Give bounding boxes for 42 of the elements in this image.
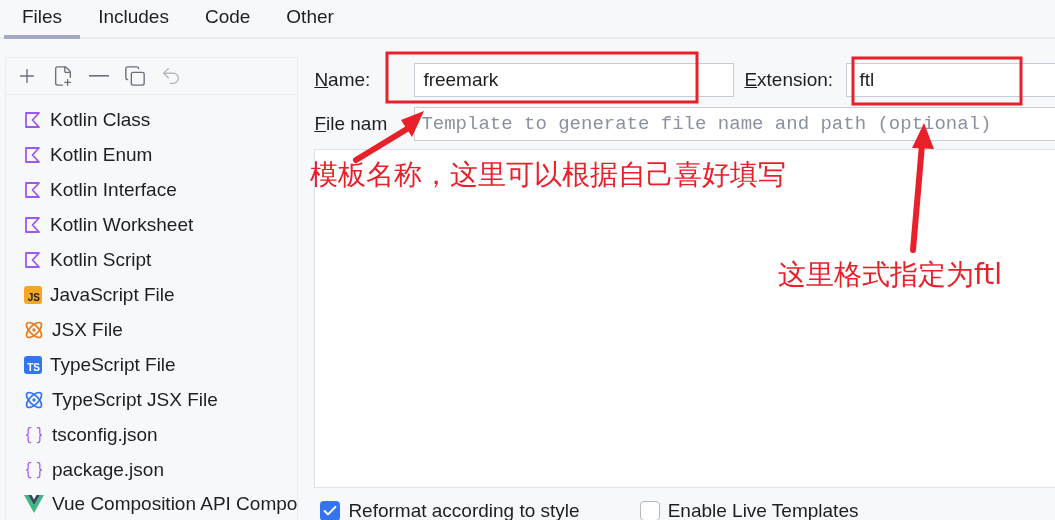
tab[interactable]: Other [268, 0, 352, 39]
atom-icon [24, 319, 44, 340]
template-item[interactable]: Vue Composition API Compo [52, 493, 298, 516]
braces-icon [24, 424, 44, 445]
annotation-text: 这里格式指定为ftl [778, 257, 1003, 293]
template-item[interactable]: TypeScript File [50, 353, 176, 376]
extension-label: Extension: [744, 69, 835, 91]
ts-icon: TS [24, 355, 42, 374]
js-icon: JS [24, 285, 42, 304]
name-field[interactable]: freemark [414, 63, 735, 97]
braces-icon [24, 459, 44, 480]
kotlin-icon [24, 251, 42, 270]
checkbox[interactable] [320, 501, 341, 520]
file-name-field[interactable]: Template to generate file name and path (optional) [414, 106, 1055, 141]
file-name-label: File nam [314, 112, 389, 135]
file-plus-icon [52, 64, 74, 87]
tab[interactable]: Files [4, 0, 81, 39]
annotation-text: 模板名称，这里可以根据自己喜好填写 [310, 157, 786, 193]
template-item[interactable]: tsconfig.json [52, 423, 158, 446]
extension-field[interactable]: ftl [846, 63, 1055, 97]
template-item[interactable]: Kotlin Interface [50, 179, 177, 202]
kotlin-icon [24, 181, 42, 200]
checkbox[interactable] [639, 501, 660, 520]
tab[interactable]: Code [186, 0, 269, 39]
atom-icon [24, 389, 44, 410]
template-item[interactable]: package.json [52, 458, 164, 481]
kotlin-icon [24, 111, 42, 130]
copy-icon [124, 64, 146, 87]
template-item[interactable]: JavaScript File [50, 283, 175, 306]
vue-icon [24, 495, 44, 514]
template-item[interactable]: Kotlin Class [50, 109, 151, 132]
name-label: Name: [314, 69, 372, 91]
arrow [353, 111, 424, 163]
template-item[interactable]: TypeScript JSX File [52, 388, 218, 411]
remove-icon [89, 74, 109, 77]
kotlin-icon [24, 216, 42, 235]
template-item[interactable]: Kotlin Worksheet [50, 214, 194, 237]
tab[interactable]: Includes [80, 0, 187, 39]
template-item[interactable]: Kotlin Enum [50, 144, 153, 167]
kotlin-icon [24, 146, 42, 165]
template-item[interactable]: JSX File [52, 318, 123, 341]
template-item[interactable]: Kotlin Script [50, 249, 152, 272]
